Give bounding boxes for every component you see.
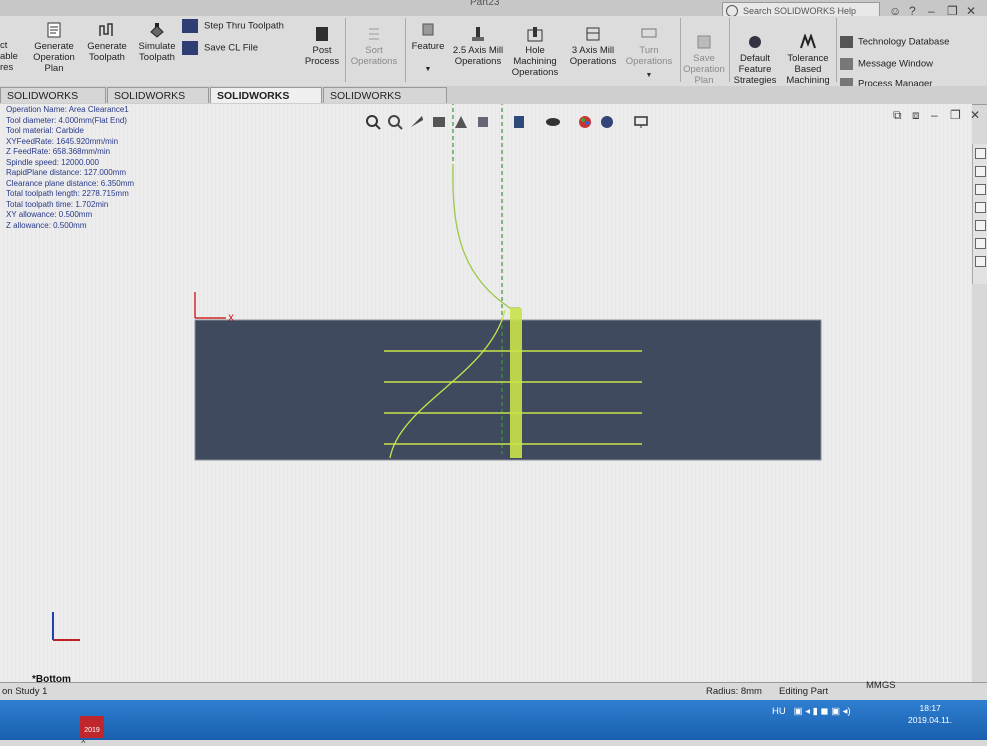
turn-icon	[641, 28, 657, 38]
operation-plan-icon	[47, 22, 61, 38]
generate-plan-label: Generate Operation Plan	[33, 41, 75, 74]
chevron-down-icon: ▼	[424, 66, 432, 73]
hole-machining-icon	[527, 27, 543, 42]
stock-part[interactable]	[194, 319, 822, 461]
save-plan-label: Save Operation Plan	[683, 53, 725, 86]
toolpath-icon	[99, 23, 113, 36]
windows-taskbar: 2019 HU ▣ ◂ ▮ ◼ ▣ ◂) 18:17 2019.04.11.	[0, 700, 987, 740]
document-title: Part23	[470, 0, 500, 8]
clock-date: 2019.04.11.	[908, 715, 953, 725]
technology-database-button[interactable]: Technology Database	[840, 36, 949, 48]
tab-inspection[interactable]: SOLIDWORKS Inspection	[323, 87, 447, 118]
message-window-button[interactable]: Message Window	[840, 58, 933, 70]
message-icon	[840, 58, 853, 70]
toolpath-plunge-block	[510, 308, 522, 458]
save-cl-icon	[182, 41, 198, 55]
custom-properties-icon[interactable]	[975, 238, 986, 249]
post-process-button[interactable]: Post Process	[304, 26, 340, 67]
save-plan-icon	[697, 35, 711, 49]
search-placeholder: Search SOLIDWORKS Help	[743, 6, 857, 16]
origin-x-label: X	[228, 313, 234, 323]
mill-25-icon	[472, 27, 484, 41]
system-tray: HU ▣ ◂ ▮ ◼ ▣ ◂)	[772, 706, 851, 717]
sort-operations-button[interactable]: Sort Operations	[348, 26, 400, 67]
command-manager-tabs: SOLIDWORKS Add-Ins SOLIDWORKS MBD SOLIDW…	[0, 86, 987, 118]
graphics-area[interactable]: Operation Name: Area Clearance1 Tool dia…	[0, 104, 980, 745]
simulate-icon	[150, 23, 164, 38]
tolerance-icon	[800, 34, 816, 49]
sort-icon	[369, 28, 379, 40]
tolerance-label: Tolerance Based Machining	[786, 53, 830, 86]
strategies-icon	[749, 36, 761, 48]
tab-addins[interactable]: SOLIDWORKS Add-Ins	[0, 87, 106, 118]
ribbon-separator	[680, 18, 681, 82]
save-cl-file-button[interactable]: Save CL File	[182, 41, 258, 55]
step-thru-toolpath-button[interactable]: Step Thru Toolpath	[182, 19, 284, 33]
radius-readout: Radius: 8mm	[706, 686, 762, 697]
status-bar: on Study 1 Radius: 8mm Editing Part MMGS	[0, 680, 987, 701]
cam-ribbon: ct able res Generate Operation Plan Gene…	[0, 16, 987, 90]
simulate-label: Simulate Toolpath	[138, 41, 176, 63]
feature-button[interactable]: Feature ▼	[408, 22, 448, 75]
model-canvas[interactable]: X	[0, 104, 972, 682]
step-thru-label: Step Thru Toolpath	[204, 20, 284, 32]
post-process-label: Post Process	[304, 45, 340, 67]
mill-3-icon	[586, 27, 600, 41]
axis-3-mill-operations-button[interactable]: 3 Axis Mill Operations	[566, 26, 620, 67]
app-year-label: 2019	[84, 727, 100, 734]
design-library-icon[interactable]	[975, 184, 986, 195]
default-feature-strategies-button[interactable]: Default Feature Strategies	[732, 34, 778, 86]
sort-label: Sort Operations	[350, 45, 398, 67]
solidworks-forum-icon[interactable]	[975, 256, 986, 267]
editing-mode: Editing Part	[779, 686, 829, 697]
feature-icon	[422, 23, 434, 36]
strategies-label: Default Feature Strategies	[733, 53, 777, 86]
chevron-down-icon: ▼	[645, 72, 653, 79]
message-window-label: Message Window	[858, 58, 933, 70]
tab-cam[interactable]: SOLIDWORKS CAM	[210, 87, 322, 118]
solidworks-taskbar-icon[interactable]: 2019	[80, 716, 104, 738]
generate-toolpath-button[interactable]: Generate Toolpath	[84, 22, 130, 63]
language-indicator[interactable]: HU	[772, 706, 786, 717]
simulate-toolpath-button[interactable]: Simulate Toolpath	[134, 22, 180, 63]
resources-icon[interactable]	[975, 166, 986, 177]
partial-ribbon-item[interactable]: ct able res	[0, 40, 20, 73]
tab-mbd[interactable]: SOLIDWORKS MBD	[107, 87, 209, 118]
tech-db-label: Technology Database	[858, 36, 950, 48]
ribbon-separator	[405, 18, 406, 82]
task-pane-tabs	[972, 144, 987, 284]
appearances-icon[interactable]	[975, 220, 986, 231]
clock-time: 18:17	[919, 703, 941, 713]
tolerance-based-machining-button[interactable]: Tolerance Based Machining	[782, 34, 834, 86]
post-process-icon	[316, 27, 328, 41]
system-clock[interactable]: 18:17 2019.04.11.	[908, 702, 952, 726]
partial-label-1: ct	[0, 40, 8, 51]
ribbon-separator	[345, 18, 346, 82]
turn-operations-button[interactable]: Turn Operations ▼	[622, 26, 676, 81]
axis25-label: 2.5 Axis Mill Operations	[452, 45, 504, 67]
partial-label-2: able	[0, 51, 18, 62]
home-icon[interactable]	[975, 148, 986, 159]
turn-label: Turn Operations	[625, 45, 673, 67]
axis-25-mill-operations-button[interactable]: 2.5 Axis Mill Operations	[452, 26, 504, 67]
generate-toolpath-label: Generate Toolpath	[87, 41, 127, 63]
database-icon	[840, 36, 853, 48]
ribbon-separator	[729, 18, 730, 82]
save-cl-label: Save CL File	[204, 42, 259, 54]
partial-label-3: res	[0, 62, 14, 73]
file-explorer-icon[interactable]	[975, 202, 986, 213]
generate-operation-plan-button[interactable]: Generate Operation Plan	[26, 22, 82, 74]
step-thru-icon	[182, 19, 198, 33]
hole-machining-button[interactable]: Hole Machining Operations	[508, 26, 562, 78]
title-bar: Part23 Search SOLIDWORKS Help ☺ ? – ❐ ✕	[0, 0, 987, 20]
feature-label: Feature	[411, 41, 445, 52]
ribbon-separator	[836, 18, 837, 82]
toolpath-lead-in	[452, 163, 520, 309]
study-tab[interactable]: on Study 1	[2, 686, 47, 697]
tray-icons[interactable]: ▣ ◂ ▮ ◼ ▣ ◂)	[788, 706, 851, 717]
axis3-label: 3 Axis Mill Operations	[569, 45, 617, 67]
units-selector[interactable]: MMGS	[866, 680, 896, 691]
save-operation-plan-button[interactable]: Save Operation Plan	[682, 34, 726, 86]
hole-label: Hole Machining Operations	[511, 45, 559, 78]
